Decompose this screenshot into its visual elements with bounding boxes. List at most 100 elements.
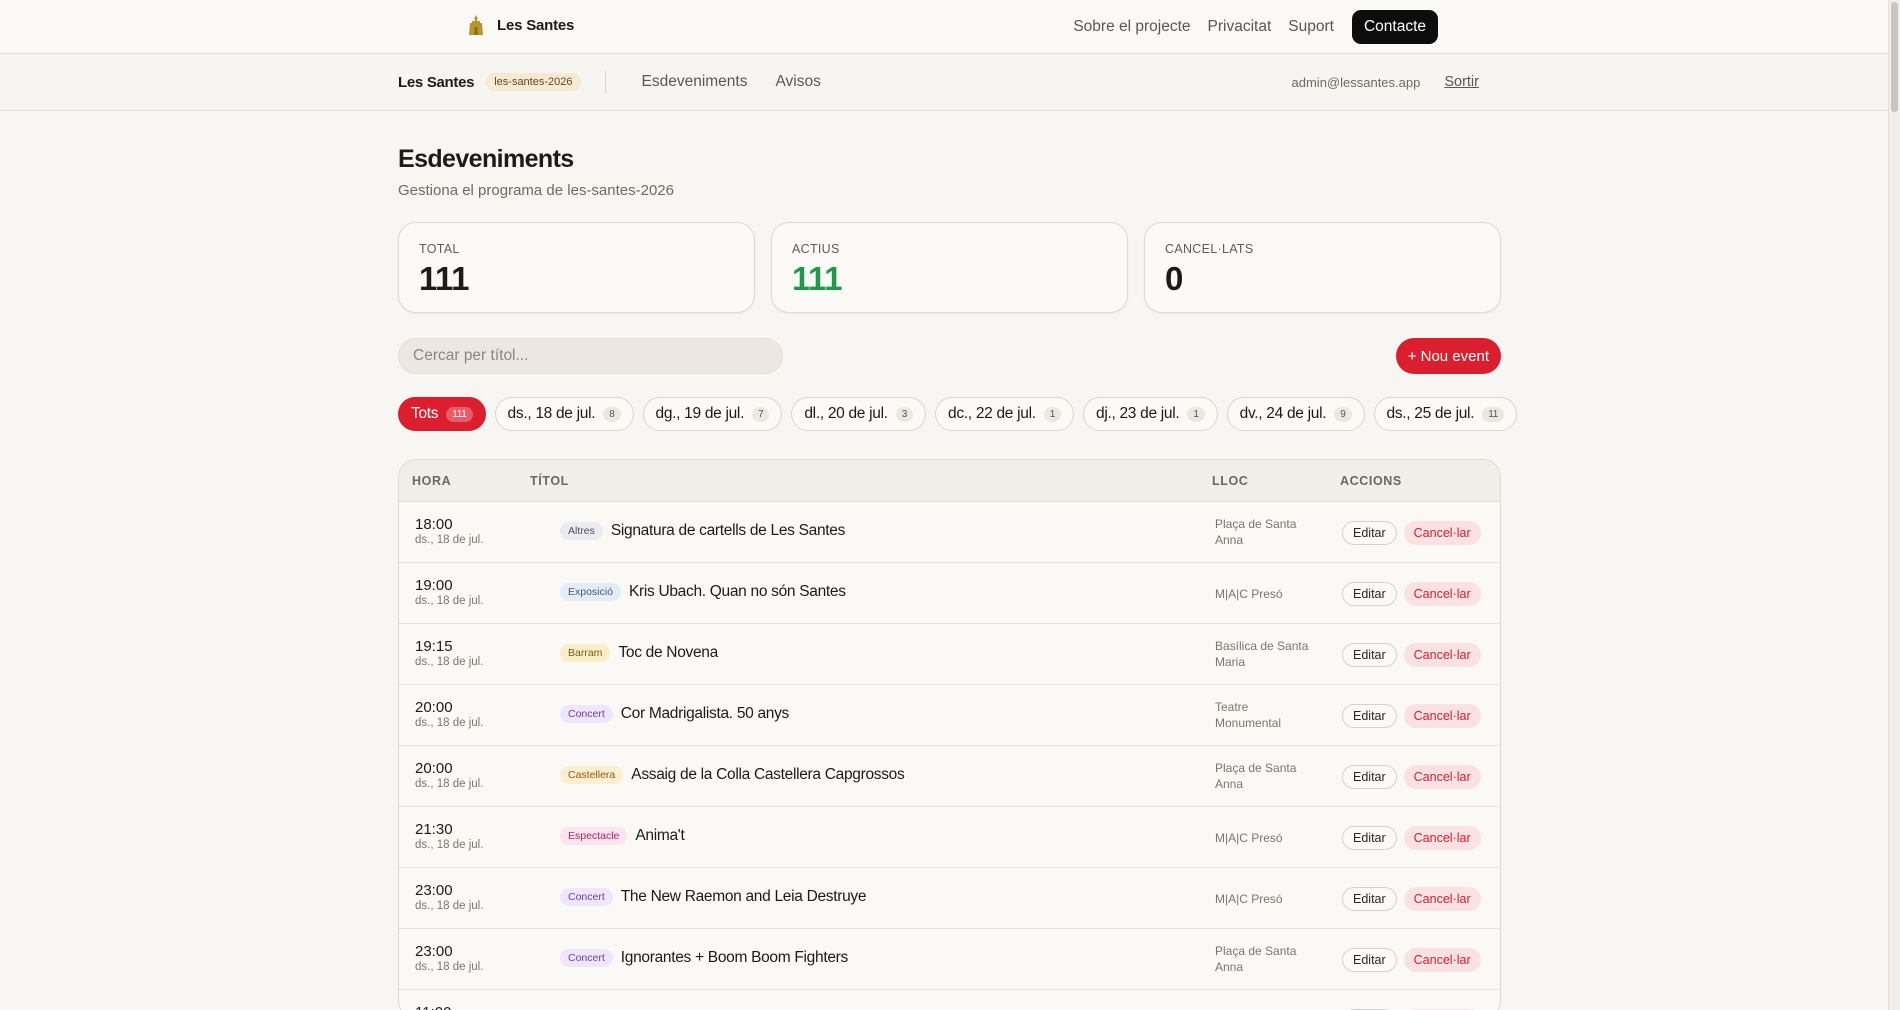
subbar-left: Les Santes les-santes-2026 Esdeveniments… — [398, 71, 821, 93]
event-date: ds., 18 de jul. — [415, 900, 484, 912]
edit-event-button[interactable]: Editar — [1342, 826, 1397, 850]
events-toolbar: + Nou event — [398, 338, 1501, 374]
event-place: Plaça de Santa Anna — [1215, 944, 1297, 974]
category-badge: Concert — [560, 949, 613, 967]
edit-event-button[interactable]: Editar — [1342, 521, 1397, 545]
edit-event-button[interactable]: Editar — [1342, 704, 1397, 728]
cancel-event-button[interactable]: Cancel·lar — [1403, 704, 1481, 728]
new-event-button[interactable]: + Nou event — [1395, 338, 1501, 374]
event-actions: EditarCancel·lar — [1342, 765, 1481, 789]
edit-event-button[interactable]: Editar — [1342, 887, 1397, 911]
stat-label: CANCEL·LATS — [1165, 242, 1254, 256]
day-filter-chips: Tots 111 ds., 18 de jul. 8 dg., 19 de jul. 7 d… — [398, 397, 1517, 431]
cancel-event-button[interactable]: Cancel·lar — [1403, 887, 1481, 911]
brand[interactable]: Les Santes — [467, 14, 574, 36]
cancel-event-button[interactable]: Cancel·lar — [1403, 643, 1481, 667]
filter-chip-day[interactable]: ds., 25 de jul. 11 — [1373, 397, 1517, 431]
filter-chip-day[interactable]: dl., 20 de jul. 3 — [791, 397, 927, 431]
filter-chip-label: dv., 24 de jul. — [1239, 405, 1327, 422]
event-place: M|A|C Presó — [1215, 892, 1283, 906]
filter-chip-day[interactable]: dc., 22 de jul. 1 — [935, 397, 1074, 431]
contact-button[interactable]: Contacte — [1351, 10, 1438, 44]
filter-chip-day[interactable]: ds., 18 de jul. 8 — [494, 397, 634, 431]
table-row: 20:00 ds., 18 de jul. Concert Cor Madrigali… — [399, 685, 1500, 746]
table-row: 19:00 ds., 18 de jul. Exposició Kris Ubach.… — [399, 563, 1500, 624]
subbar-right: admin@lessantes.app Sortir — [1292, 74, 1479, 90]
page-scrollbar[interactable] — [1888, 0, 1900, 1010]
category-badge: Barram — [560, 644, 611, 662]
nav-privacy-link[interactable]: Privacitat — [1208, 18, 1272, 36]
event-time-cell: 21:30 ds., 18 de jul. — [415, 821, 483, 851]
search-input[interactable] — [398, 338, 783, 374]
table-row: 18:00 ds., 18 de jul. Altres Signatura de c… — [399, 502, 1500, 563]
event-title-cell: Espectacle Anima't — [560, 827, 685, 845]
event-place: Teatre Monumental — [1215, 700, 1282, 730]
event-time: 19:00 — [415, 577, 453, 594]
filter-chip-label: dl., 20 de jul. — [804, 405, 888, 422]
table-row: 23:00 ds., 18 de jul. Concert Ignorantes + … — [399, 929, 1500, 990]
category-badge: Exposició — [560, 583, 621, 601]
event-time: 20:00 — [415, 760, 453, 777]
cancel-event-button[interactable]: Cancel·lar — [1403, 826, 1481, 850]
filter-chip-label: dj., 23 de jul. — [1096, 405, 1180, 422]
filter-chip-count: 1 — [1187, 406, 1205, 422]
event-title-cell: Altres Signatura de cartells de Les Sante… — [560, 522, 845, 540]
stat-label: ACTIUS — [792, 242, 840, 256]
category-badge: Espectacle — [560, 827, 628, 845]
event-date: ds., 18 de jul. — [415, 961, 484, 973]
event-time-cell: 11:00 — [415, 1004, 451, 1010]
edit-event-button[interactable]: Editar — [1342, 948, 1397, 972]
page-title: Esdeveniments — [398, 145, 574, 173]
event-time: 20:00 — [415, 699, 453, 716]
filter-chip-label: dc., 22 de jul. — [948, 405, 1036, 422]
stat-card-total: TOTAL 111 — [398, 222, 755, 313]
logout-link[interactable]: Sortir — [1444, 74, 1479, 90]
filter-chip-label: ds., 25 de jul. — [1386, 405, 1475, 422]
admin-nav: Esdeveniments Avisos — [642, 73, 821, 91]
event-title: Ignorantes + Boom Boom Fighters — [620, 949, 849, 966]
event-time-cell: 20:00 ds., 18 de jul. — [415, 760, 483, 790]
filter-chip-day[interactable]: dj., 23 de jul. 1 — [1083, 397, 1218, 431]
cancel-event-button[interactable]: Cancel·lar — [1403, 521, 1481, 545]
event-title-cell: Concert Ignorantes + Boom Boom Fighters — [560, 949, 848, 967]
cancel-event-button[interactable]: Cancel·lar — [1403, 582, 1481, 606]
nav-support-link[interactable]: Suport — [1288, 18, 1334, 36]
filter-chip-day[interactable]: dg., 19 de jul. 7 — [642, 397, 783, 431]
filter-chip-label: dg., 19 de jul. — [655, 405, 745, 422]
scrollbar-thumb[interactable] — [1891, 2, 1898, 112]
filter-chip-all[interactable]: Tots 111 — [398, 397, 486, 431]
nav-events-link[interactable]: Esdeveniments — [642, 73, 748, 91]
cancel-event-button[interactable]: Cancel·lar — [1403, 765, 1481, 789]
nav-notices-link[interactable]: Avisos — [775, 73, 820, 91]
event-time-cell: 19:00 ds., 18 de jul. — [415, 577, 483, 607]
table-row: 21:30 ds., 18 de jul. Espectacle Anima't M|A… — [399, 807, 1500, 868]
stat-value: 0 — [1165, 260, 1183, 297]
event-actions: EditarCancel·lar — [1342, 887, 1481, 911]
table-header: HORA TÍTOL LLOC ACCIONS — [399, 460, 1500, 502]
cancel-event-button[interactable]: Cancel·lar — [1403, 948, 1481, 972]
event-place: Plaça de Santa Anna — [1215, 761, 1297, 791]
event-place: M|A|C Presó — [1215, 587, 1283, 601]
event-actions: EditarCancel·lar — [1342, 948, 1481, 972]
event-place: M|A|C Presó — [1215, 831, 1283, 845]
event-actions: EditarCancel·lar — [1342, 826, 1481, 850]
event-time: 21:30 — [415, 821, 453, 838]
filter-chip-day[interactable]: dv., 24 de jul. 9 — [1226, 397, 1365, 431]
event-title: Anima't — [635, 827, 685, 844]
event-time-cell: 18:00 ds., 18 de jul. — [415, 516, 483, 546]
admin-email: admin@lessantes.app — [1291, 74, 1421, 90]
edit-event-button[interactable]: Editar — [1342, 765, 1397, 789]
stat-value: 111 — [792, 260, 842, 297]
table-body: 18:00 ds., 18 de jul. Altres Signatura de c… — [399, 502, 1500, 1010]
stat-card-cancelled: CANCEL·LATS 0 — [1144, 222, 1501, 313]
edit-event-button[interactable]: Editar — [1342, 643, 1397, 667]
event-actions: EditarCancel·lar — [1342, 582, 1481, 606]
festival-name[interactable]: Les Santes — [398, 74, 475, 91]
edit-event-button[interactable]: Editar — [1342, 582, 1397, 606]
table-row: 23:00 ds., 18 de jul. Concert The New Raemo… — [399, 868, 1500, 929]
stat-label: TOTAL — [419, 242, 460, 256]
event-time: 11:00 — [415, 1004, 451, 1010]
nav-about-link[interactable]: Sobre el projecte — [1073, 18, 1190, 36]
event-date: ds., 18 de jul. — [415, 839, 484, 851]
table-row: 20:00 ds., 18 de jul. Castellera Assaig de … — [399, 746, 1500, 807]
